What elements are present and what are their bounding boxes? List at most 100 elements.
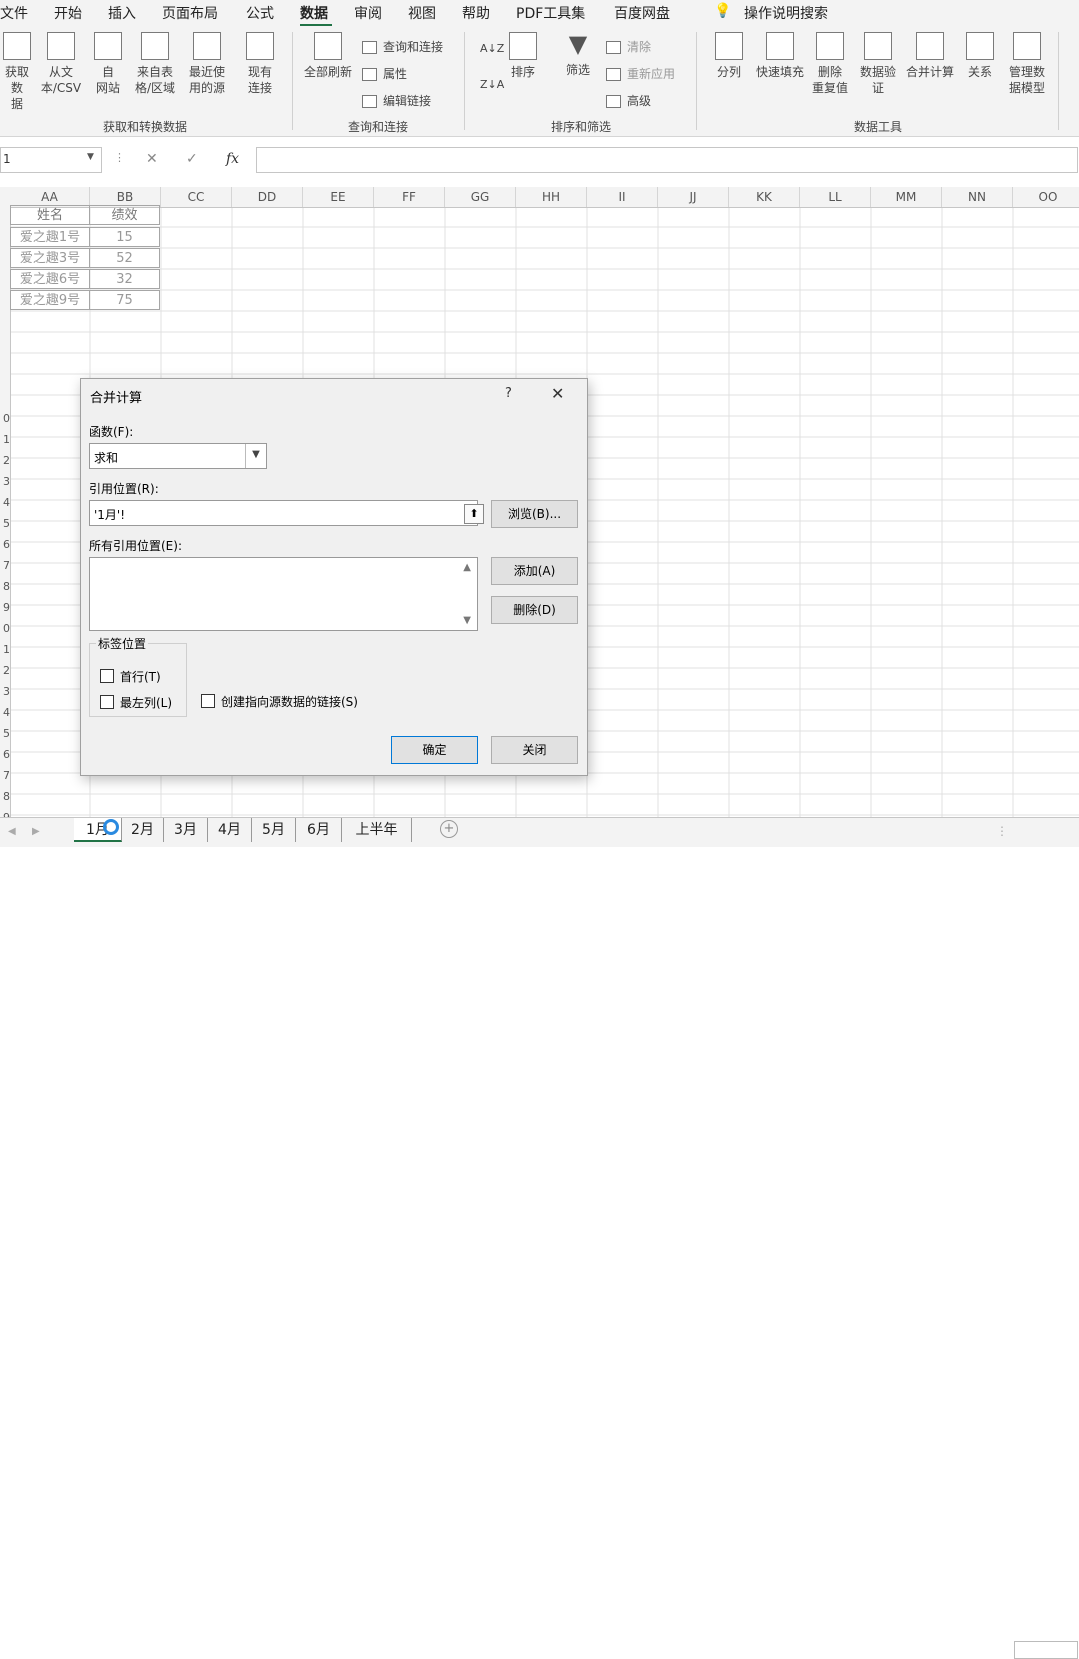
flash-fill-button[interactable]: 快速填充 — [750, 32, 810, 80]
menu-page-layout[interactable]: 页面布局 — [162, 3, 218, 23]
table-cell[interactable]: 32 — [89, 269, 160, 289]
sort-button[interactable]: 排序 — [506, 32, 540, 80]
column-header[interactable]: MM — [871, 187, 942, 207]
column-header[interactable]: GG — [445, 187, 516, 207]
table-cell[interactable]: 爱之趣3号 — [10, 248, 90, 268]
column-header[interactable]: AA — [10, 187, 90, 207]
row-header[interactable]: 1 — [0, 643, 10, 656]
header-cell-score[interactable]: 绩效 — [89, 205, 160, 225]
from-text-csv-button[interactable]: 从文 本/CSV — [36, 32, 86, 96]
menu-help[interactable]: 帮助 — [462, 3, 490, 23]
sheet-tab-mar[interactable]: 3月 — [164, 818, 208, 842]
menu-formulas[interactable]: 公式 — [246, 3, 274, 23]
collapse-dialog-icon[interactable]: ⬆ — [464, 504, 484, 524]
menu-home[interactable]: 开始 — [54, 3, 82, 23]
from-web-button[interactable]: 自 网站 — [90, 32, 126, 96]
scroll-up-icon[interactable]: ▲ — [463, 562, 471, 573]
cancel-icon[interactable]: ✕ — [146, 151, 158, 167]
row-header[interactable]: 9 — [0, 601, 10, 614]
all-references-list[interactable]: ▲ ▼ — [89, 557, 478, 631]
row-header[interactable]: 6 — [0, 538, 10, 551]
left-column-checkbox[interactable] — [100, 695, 114, 709]
consolidate-button[interactable]: 合并计算 — [902, 32, 958, 80]
horizontal-scrollbar[interactable] — [1014, 1641, 1078, 1659]
sheet-tab-feb[interactable]: 2月 — [122, 818, 164, 842]
menu-insert[interactable]: 插入 — [108, 3, 136, 23]
column-header[interactable]: BB — [90, 187, 161, 207]
browse-button[interactable]: 浏览(B)... — [491, 500, 578, 528]
row-header[interactable]: 3 — [0, 475, 10, 488]
row-header[interactable]: 6 — [0, 748, 10, 761]
column-header[interactable]: KK — [729, 187, 800, 207]
column-header[interactable]: NN — [942, 187, 1013, 207]
recent-sources-button[interactable]: 最近使 用的源 — [182, 32, 232, 96]
existing-connections-button[interactable]: 现有 连接 — [240, 32, 280, 96]
column-header[interactable]: DD — [232, 187, 303, 207]
menu-file[interactable]: 文件 — [0, 3, 28, 23]
add-button[interactable]: 添加(A) — [491, 557, 578, 585]
row-header[interactable]: 5 — [0, 727, 10, 740]
sheet-tab-may[interactable]: 5月 — [252, 818, 296, 842]
function-select[interactable]: 求和 ▼ — [89, 443, 267, 469]
tell-me-search[interactable]: 操作说明搜索 — [744, 3, 828, 23]
row-header[interactable]: 0 — [0, 622, 10, 635]
table-cell[interactable]: 15 — [89, 227, 160, 247]
table-cell[interactable]: 爱之趣9号 — [10, 290, 90, 310]
create-links-checkbox[interactable] — [201, 694, 215, 708]
column-header[interactable]: FF — [374, 187, 445, 207]
delete-button[interactable]: 删除(D) — [491, 596, 578, 624]
row-header[interactable]: 3 — [0, 685, 10, 698]
reference-input[interactable]: '1月'! ⬆ — [89, 500, 484, 526]
menu-data[interactable]: 数据 — [300, 3, 328, 23]
sheet-tab-jun[interactable]: 6月 — [296, 818, 342, 842]
column-header[interactable]: HH — [516, 187, 587, 207]
menu-baidu-netdisk[interactable]: 百度网盘 — [614, 3, 670, 23]
advanced-filter-button[interactable]: 高级 — [606, 92, 651, 109]
relationships-button[interactable]: 关系 — [962, 32, 998, 80]
sheet-tab-apr[interactable]: 4月 — [208, 818, 252, 842]
remove-duplicates-button[interactable]: 删除 重复值 — [808, 32, 852, 96]
scroll-right-icon[interactable]: ▶ — [32, 826, 40, 837]
table-cell[interactable]: 爱之趣1号 — [10, 227, 90, 247]
table-cell[interactable]: 75 — [89, 290, 160, 310]
column-header[interactable]: OO — [1013, 187, 1079, 207]
column-header[interactable]: LL — [800, 187, 871, 207]
check-icon[interactable]: ✓ — [186, 151, 198, 167]
get-data-button[interactable]: 获取数 据 — [0, 32, 34, 112]
close-icon[interactable]: ✕ — [551, 384, 564, 403]
name-box[interactable]: 1 ▼ — [0, 147, 102, 173]
row-header[interactable]: 1 — [0, 433, 10, 446]
ok-button[interactable]: 确定 — [391, 736, 478, 764]
row-header[interactable]: 4 — [0, 706, 10, 719]
row-header[interactable]: 7 — [0, 559, 10, 572]
formula-input[interactable] — [256, 147, 1078, 173]
sort-asc-icon[interactable]: A↓Z — [480, 42, 504, 55]
text-to-columns-button[interactable]: 分列 — [712, 32, 746, 80]
fx-icon[interactable]: fx — [226, 151, 239, 167]
row-header[interactable]: 7 — [0, 769, 10, 782]
menu-review[interactable]: 审阅 — [354, 3, 382, 23]
sort-desc-icon[interactable]: Z↓A — [480, 78, 504, 91]
sheet-tab-first-half[interactable]: 上半年 — [342, 818, 412, 842]
row-header[interactable]: 8 — [0, 790, 10, 803]
add-sheet-icon[interactable]: + — [440, 820, 458, 838]
clear-filter-button[interactable]: 清除 — [606, 38, 651, 55]
help-button[interactable]: ? — [505, 386, 512, 401]
from-table-range-button[interactable]: 来自表 格/区域 — [130, 32, 180, 96]
row-header[interactable]: 5 — [0, 517, 10, 530]
column-header[interactable]: EE — [303, 187, 374, 207]
row-header[interactable]: 8 — [0, 580, 10, 593]
menu-view[interactable]: 视图 — [408, 3, 436, 23]
row-header[interactable]: 4 — [0, 496, 10, 509]
manage-data-model-button[interactable]: 管理数 据模型 — [1002, 32, 1052, 96]
header-cell-name[interactable]: 姓名 — [10, 205, 90, 225]
queries-connections-button[interactable]: 查询和连接 — [362, 38, 443, 55]
close-button[interactable]: 关闭 — [491, 736, 578, 764]
table-cell[interactable]: 爱之趣6号 — [10, 269, 90, 289]
row-header[interactable]: 0 — [0, 412, 10, 425]
filter-button[interactable]: ▼ 筛选 — [560, 32, 596, 78]
chevron-down-icon[interactable]: ▼ — [245, 444, 266, 468]
edit-links-button[interactable]: 编辑链接 — [362, 92, 431, 109]
top-row-checkbox[interactable] — [100, 669, 114, 683]
column-header[interactable]: II — [587, 187, 658, 207]
